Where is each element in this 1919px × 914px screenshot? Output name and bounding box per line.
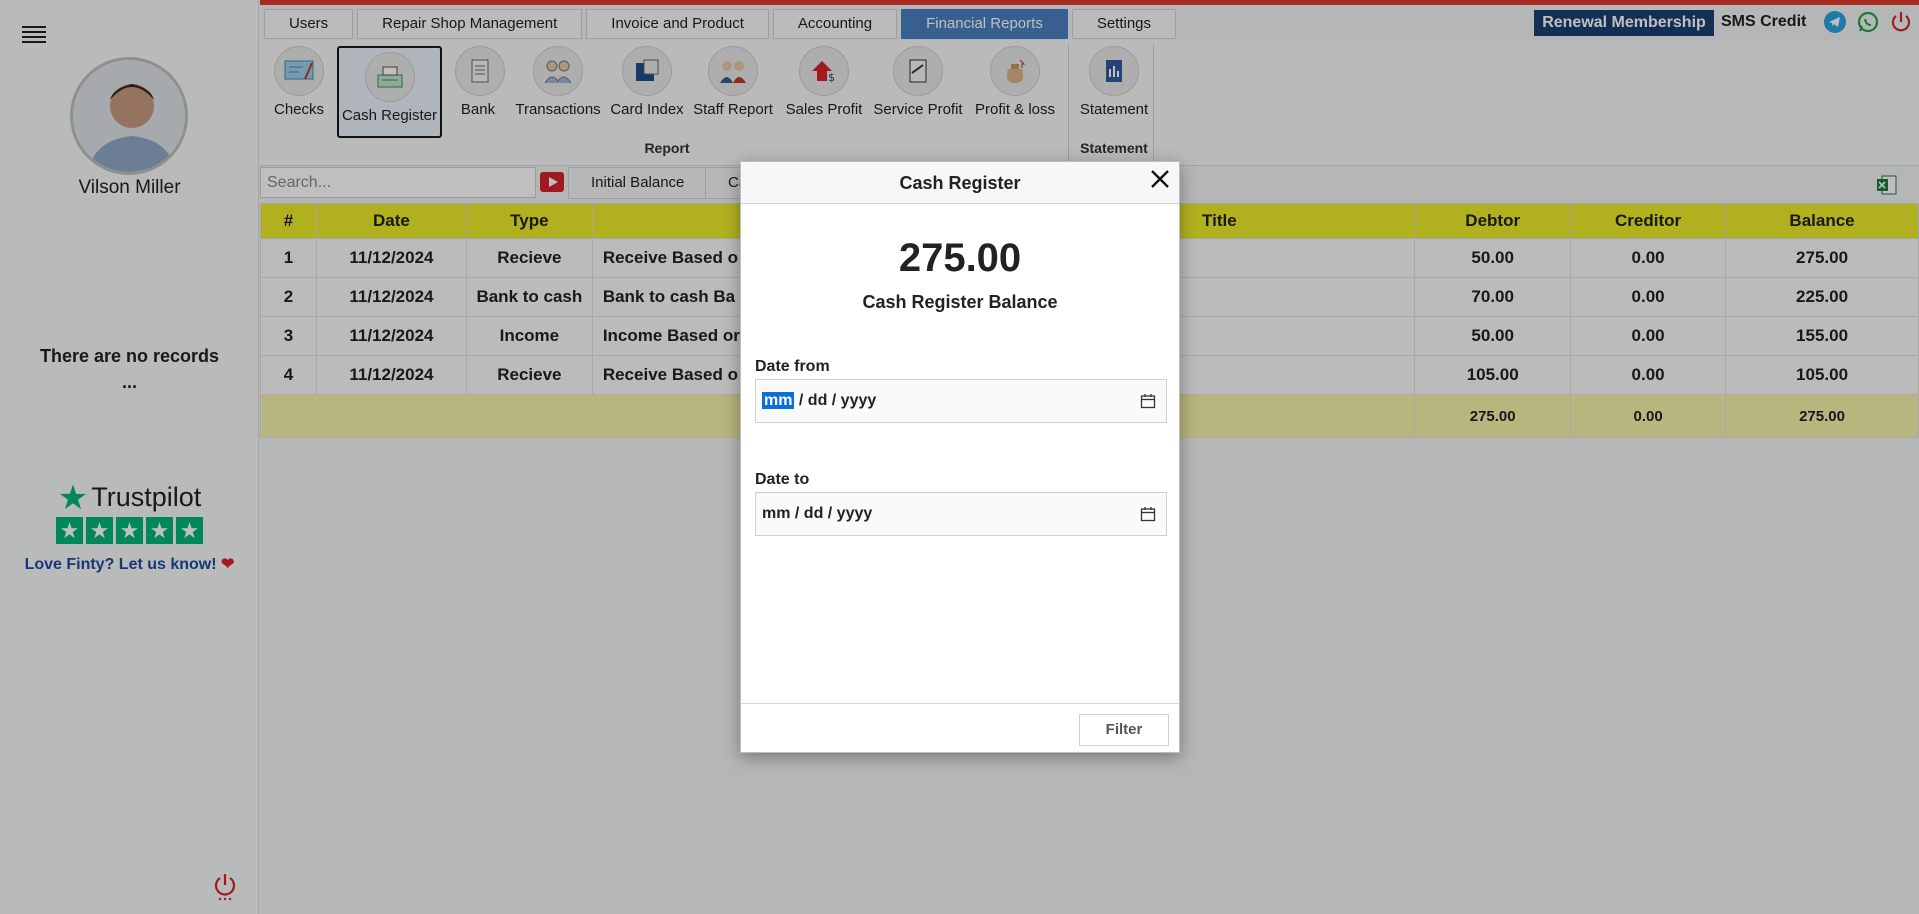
filter-button[interactable]: Filter — [1079, 714, 1169, 746]
modal-title: Cash Register — [741, 162, 1179, 204]
close-icon[interactable] — [1147, 166, 1173, 192]
cash-register-balance-label: Cash Register Balance — [862, 292, 1058, 312]
calendar-icon[interactable] — [1140, 393, 1156, 409]
date-from-label: Date from — [755, 358, 830, 375]
date-from-input[interactable]: mm / dd / yyyy — [755, 379, 1167, 423]
date-to-label: Date to — [755, 471, 810, 488]
date-to-input[interactable]: mm / dd / yyyy — [755, 492, 1167, 536]
cash-register-balance-value: 275.00 — [898, 236, 1022, 280]
date-from-month-segment[interactable]: mm — [762, 392, 795, 409]
modal-footer-divider — [741, 703, 1179, 704]
calendar-icon[interactable] — [1140, 506, 1156, 522]
date-from-rest[interactable]: / dd / yyyy — [799, 392, 876, 409]
date-to-value[interactable]: mm / dd / yyyy — [762, 505, 872, 522]
cash-register-modal: Cash Register 275.00 Cash Register Balan… — [740, 161, 1180, 753]
